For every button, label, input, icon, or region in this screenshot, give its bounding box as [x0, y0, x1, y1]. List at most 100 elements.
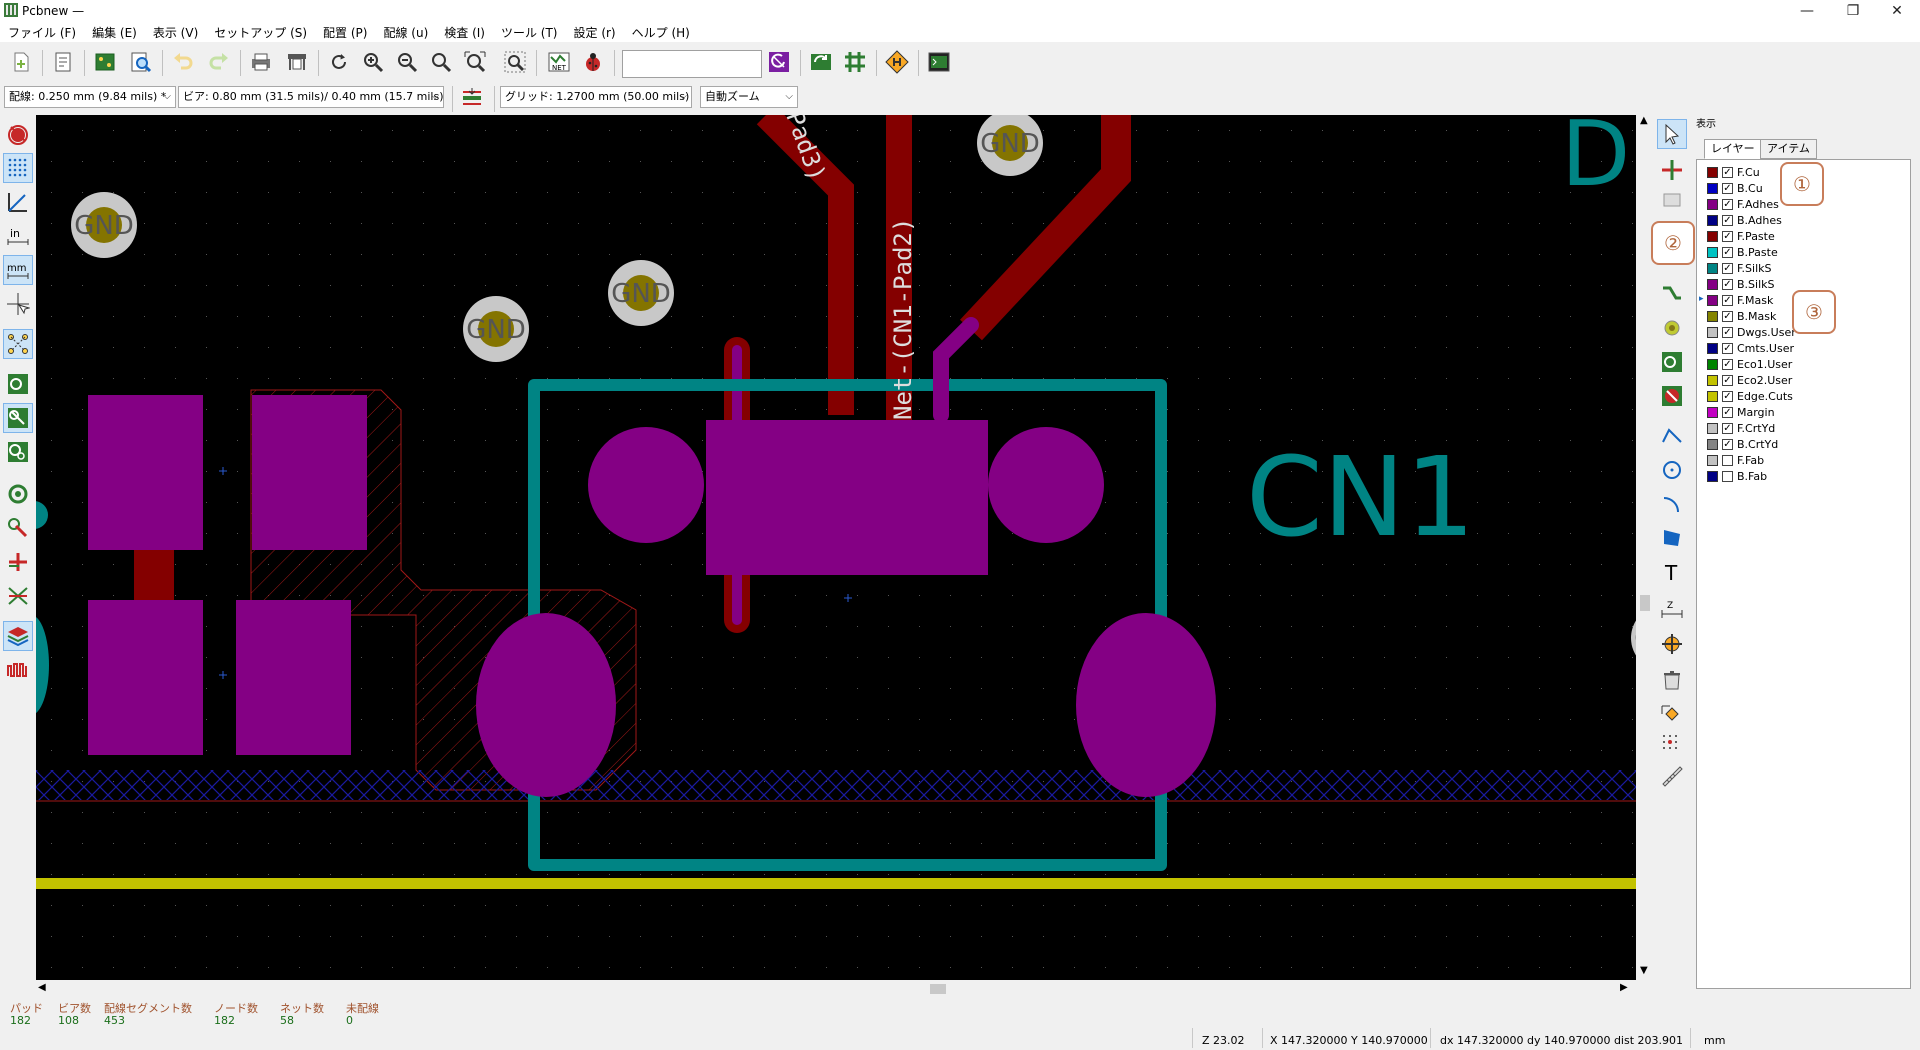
show-grid-button[interactable]: [3, 153, 33, 183]
menu-route[interactable]: 配線 (u): [375, 24, 436, 41]
polar-coords-button[interactable]: [3, 187, 33, 217]
layer-row-cmts-user[interactable]: ✓ Cmts.User: [1707, 340, 1794, 356]
zone-outline-show-button[interactable]: [3, 403, 33, 433]
zoom-objects-button[interactable]: [460, 47, 490, 77]
close-button[interactable]: ✕: [1874, 0, 1920, 22]
draw-arc-button[interactable]: [1657, 489, 1687, 519]
freeroute-button[interactable]: [882, 47, 912, 77]
draw-circle-button[interactable]: [1657, 455, 1687, 485]
delete-tool-button[interactable]: [1657, 665, 1687, 695]
grid-select[interactable]: グリッド: 1.2700 mm (50.00 mils) ⌵: [500, 86, 692, 108]
layer-color-swatch[interactable]: [1707, 358, 1718, 370]
zone-sketch-show-button[interactable]: [3, 437, 33, 467]
scroll-right-icon[interactable]: ▶: [1620, 982, 1628, 993]
layer-visibility-checkbox[interactable]: ✓: [1722, 438, 1733, 450]
layer-visibility-checkbox[interactable]: [1722, 470, 1733, 482]
layer-visibility-checkbox[interactable]: ✓: [1722, 198, 1733, 210]
autoplace-button[interactable]: [840, 47, 870, 77]
menu-view[interactable]: 表示 (V): [145, 24, 206, 41]
layer-color-swatch[interactable]: [1707, 166, 1718, 178]
layer-row-b-mask[interactable]: ✓ B.Mask: [1707, 308, 1776, 324]
layer-row-f-crtyd[interactable]: ✓ F.CrtYd: [1707, 420, 1775, 436]
layer-visibility-checkbox[interactable]: ✓: [1722, 326, 1733, 338]
layer-color-swatch[interactable]: [1707, 262, 1718, 274]
layer-visibility-checkbox[interactable]: ✓: [1722, 294, 1733, 306]
units-mm-button[interactable]: mm: [3, 255, 33, 285]
scripting-console-button[interactable]: [924, 47, 954, 77]
layer-visibility-checkbox[interactable]: ✓: [1722, 262, 1733, 274]
zone-fill-show-button[interactable]: [3, 369, 33, 399]
drc-button[interactable]: [578, 47, 608, 77]
zoom-select[interactable]: 自動ズーム ⌵: [700, 86, 798, 108]
menu-inspect[interactable]: 検査 (I): [436, 24, 493, 41]
add-dimension-button[interactable]: Z: [1657, 595, 1687, 625]
layer-row-edge-cuts[interactable]: ✓ Edge.Cuts: [1707, 388, 1793, 404]
highlight-net-button[interactable]: [1657, 155, 1687, 185]
layer-color-swatch[interactable]: [1707, 230, 1718, 242]
vertical-scroll-thumb[interactable]: [1640, 595, 1650, 611]
grid-origin-button[interactable]: [1657, 729, 1687, 759]
layer-visibility-checkbox[interactable]: ✓: [1722, 374, 1733, 386]
layer-visibility-checkbox[interactable]: ✓: [1722, 166, 1733, 178]
layers-manager-button[interactable]: [3, 621, 33, 651]
layer-row-b-fab[interactable]: B.Fab: [1707, 468, 1767, 484]
layer-visibility-checkbox[interactable]: ✓: [1722, 230, 1733, 242]
auto-track-width-button[interactable]: [458, 84, 486, 112]
layer-color-swatch[interactable]: [1707, 246, 1718, 258]
draw-line-button[interactable]: [1657, 421, 1687, 451]
redraw-button[interactable]: [324, 47, 354, 77]
layer-row-b-crtyd[interactable]: ✓ B.CrtYd: [1707, 436, 1778, 452]
minimize-button[interactable]: —: [1784, 0, 1830, 22]
layer-color-swatch[interactable]: [1707, 342, 1718, 354]
measure-tool-button[interactable]: [1657, 761, 1687, 791]
select-tool-button[interactable]: [1657, 119, 1687, 149]
tab-items[interactable]: アイテム: [1760, 139, 1817, 159]
layer-visibility-checkbox[interactable]: ✓: [1722, 182, 1733, 194]
layer-row-b-silks[interactable]: ✓ B.SilkS: [1707, 276, 1775, 292]
menu-place[interactable]: 配置 (P): [315, 24, 375, 41]
layer-color-swatch[interactable]: [1707, 374, 1718, 386]
scroll-left-icon[interactable]: ◀: [38, 982, 46, 993]
layer-row-eco2-user[interactable]: ✓ Eco2.User: [1707, 372, 1792, 388]
layer-color-swatch[interactable]: [1707, 406, 1718, 418]
track-sketch-button[interactable]: [3, 547, 33, 577]
show-ratsnest-button[interactable]: [3, 329, 33, 359]
drill-origin-button[interactable]: [1657, 699, 1687, 729]
redo-button[interactable]: [204, 47, 234, 77]
layer-color-swatch[interactable]: [1707, 326, 1718, 338]
zoom-selection-button[interactable]: [500, 47, 530, 77]
pad-sketch-button[interactable]: [3, 479, 33, 509]
find-button[interactable]: [126, 47, 156, 77]
layer-visibility-checkbox[interactable]: [1722, 454, 1733, 466]
tab-layers[interactable]: レイヤー: [1704, 139, 1762, 159]
zoom-out-button[interactable]: [392, 47, 422, 77]
layer-visibility-checkbox[interactable]: ✓: [1722, 390, 1733, 402]
layer-color-swatch[interactable]: [1707, 198, 1718, 210]
layer-row-b-cu[interactable]: ✓ B.Cu: [1707, 180, 1763, 196]
layer-row-f-fab[interactable]: F.Fab: [1707, 452, 1764, 468]
menu-setup[interactable]: セットアップ (S): [206, 24, 315, 41]
netlist-button[interactable]: NET: [544, 47, 574, 77]
layer-color-swatch[interactable]: [1707, 294, 1718, 306]
layer-color-swatch[interactable]: [1707, 214, 1718, 226]
layer-color-swatch[interactable]: [1707, 310, 1718, 322]
horizontal-scroll-thumb[interactable]: [930, 984, 946, 994]
draw-polygon-button[interactable]: [1657, 523, 1687, 553]
scroll-down-icon[interactable]: ▼: [1640, 965, 1648, 976]
layer-color-swatch[interactable]: [1707, 278, 1718, 290]
layer-row-b-paste[interactable]: ✓ B.Paste: [1707, 244, 1778, 260]
layer-visibility-checkbox[interactable]: ✓: [1722, 246, 1733, 258]
menu-preferences[interactable]: 設定 (r): [566, 24, 624, 41]
layer-color-swatch[interactable]: [1707, 422, 1718, 434]
layer-select-box[interactable]: [622, 50, 762, 78]
route-track-button[interactable]: [1657, 279, 1687, 309]
pcb-canvas[interactable]: GND GND GND GND GND Net-(CN1-Pad2) Pad3)…: [36, 115, 1636, 980]
layer-color-swatch[interactable]: [1707, 470, 1718, 482]
layer-color-swatch[interactable]: [1707, 438, 1718, 450]
via-size-select[interactable]: ビア: 0.80 mm (31.5 mils)/ 0.40 mm (15.7 m…: [178, 86, 444, 108]
full-cursor-button[interactable]: [3, 289, 33, 319]
layer-color-swatch[interactable]: [1707, 454, 1718, 466]
scroll-up-icon[interactable]: ▲: [1640, 115, 1648, 126]
new-board-button[interactable]: [6, 47, 36, 77]
drc-off-button[interactable]: [3, 119, 33, 149]
